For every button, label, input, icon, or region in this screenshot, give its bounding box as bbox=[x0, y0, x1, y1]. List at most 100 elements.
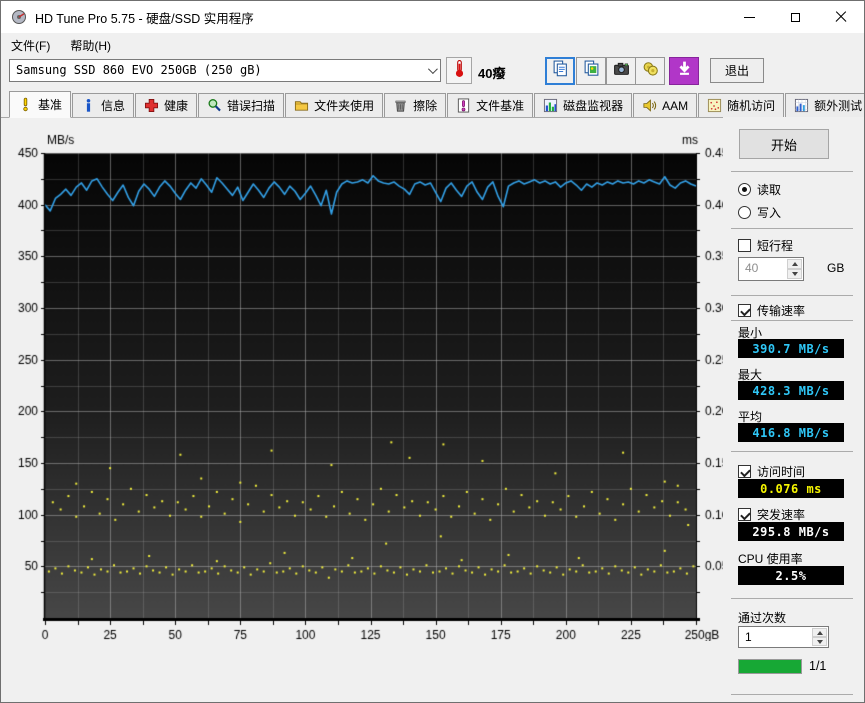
maximize-button[interactable] bbox=[772, 1, 818, 33]
benchmark-chart bbox=[1, 118, 723, 641]
tab-label: 基准 bbox=[38, 98, 63, 112]
tab-label: AAM bbox=[662, 98, 689, 113]
health-icon bbox=[144, 98, 159, 113]
tab-label: 文件夹使用 bbox=[314, 99, 375, 113]
tab-info[interactable]: 信息 bbox=[72, 93, 135, 117]
write-radio-label: 写入 bbox=[757, 206, 782, 220]
toolbar: Samsung SSD 860 EVO 250GB (250 gB) 40癈 退… bbox=[1, 57, 864, 91]
tab-label: 额外测试 bbox=[814, 99, 863, 113]
options-button[interactable] bbox=[635, 57, 665, 85]
screenshot-button[interactable] bbox=[606, 57, 636, 85]
tab-random-access[interactable]: 随机访问 bbox=[698, 93, 785, 117]
short-stroke-label: 短行程 bbox=[757, 239, 794, 253]
copy-report-button[interactable] bbox=[545, 57, 575, 85]
read-radio[interactable]: 读取 bbox=[738, 181, 781, 198]
read-radio-icon bbox=[738, 183, 751, 196]
short-stroke-size-stepper[interactable]: 40 bbox=[738, 257, 804, 281]
start-button[interactable]: 开始 bbox=[739, 129, 829, 159]
cpu-usage-value: 2.5% bbox=[738, 566, 844, 585]
tab-file-benchmark[interactable]: 文件基准 bbox=[447, 93, 534, 117]
stepper-down-button[interactable] bbox=[787, 269, 802, 279]
write-radio-icon bbox=[738, 206, 751, 219]
pass-count-stepper[interactable]: 1 bbox=[738, 626, 829, 648]
close-button[interactable] bbox=[818, 1, 864, 33]
menu-bar: 文件(F) 帮助(H) bbox=[1, 33, 864, 57]
arrow-down-icon bbox=[791, 272, 798, 276]
options-icon bbox=[642, 60, 659, 82]
divider bbox=[731, 171, 853, 172]
divider bbox=[731, 598, 853, 599]
tab-label: 随机访问 bbox=[727, 99, 776, 113]
folder-icon bbox=[294, 98, 309, 113]
tab-label: 文件基准 bbox=[476, 99, 525, 113]
scatter-icon bbox=[707, 98, 722, 113]
copy-report-icon bbox=[552, 60, 569, 82]
bar-chart-icon bbox=[543, 98, 558, 113]
stepper-up-button[interactable] bbox=[812, 628, 827, 637]
tab-disk-monitor[interactable]: 磁盘监视器 bbox=[534, 93, 633, 117]
access-time-checkbox-icon bbox=[738, 465, 751, 478]
tab-extra-tests[interactable]: 额外测试 bbox=[785, 93, 864, 117]
arrow-up-icon bbox=[791, 262, 798, 266]
maximize-icon bbox=[790, 12, 800, 22]
write-radio[interactable]: 写入 bbox=[738, 204, 781, 221]
tab-error-scan[interactable]: 错误扫描 bbox=[198, 93, 285, 117]
trash-icon bbox=[393, 98, 408, 113]
stepper-up-button[interactable] bbox=[787, 259, 802, 269]
access-time-value: 0.076 ms bbox=[738, 479, 844, 498]
stepper-down-button[interactable] bbox=[812, 637, 827, 646]
tab-label: 擦除 bbox=[413, 99, 438, 113]
transfer-rate-checkbox[interactable]: 传输速率 bbox=[738, 302, 805, 319]
short-stroke-unit-label: GB bbox=[827, 261, 845, 275]
temperature-button[interactable] bbox=[446, 57, 472, 84]
thermometer-icon bbox=[451, 59, 468, 83]
access-time-checkbox[interactable]: 访问时间 bbox=[738, 463, 805, 480]
tab-benchmark[interactable]: 基准 bbox=[9, 91, 72, 118]
tab-aam[interactable]: AAM bbox=[633, 93, 698, 117]
menu-item-file[interactable]: 文件(F) bbox=[1, 33, 60, 57]
tab-label: 错误扫描 bbox=[227, 99, 276, 113]
temperature-value: 40癈 bbox=[478, 66, 506, 81]
cpu-usage-label: CPU 使用率 bbox=[738, 552, 803, 566]
pass-progress-label: 1/1 bbox=[809, 659, 827, 673]
control-panel: 开始 读取 写入 短行程 40 GB 传输速率 最小 390.7 MB/s 最大… bbox=[723, 118, 864, 702]
window-controls bbox=[726, 1, 864, 33]
pass-count-value: 1 bbox=[745, 630, 752, 644]
tab-health[interactable]: 健康 bbox=[135, 93, 198, 117]
menu-item-help[interactable]: 帮助(H) bbox=[60, 33, 121, 57]
tab-erase[interactable]: 擦除 bbox=[384, 93, 447, 117]
copy-image-icon bbox=[583, 60, 600, 82]
divider bbox=[731, 295, 853, 296]
max-value: 428.3 MB/s bbox=[738, 381, 844, 400]
exclamation-icon bbox=[18, 97, 33, 112]
arrow-up-icon bbox=[816, 630, 823, 635]
title-bar: HD Tune Pro 5.75 - 硬盘/SSD 实用程序 bbox=[1, 1, 864, 33]
extra-chart-icon bbox=[794, 98, 809, 113]
tab-label: 健康 bbox=[164, 99, 189, 113]
drive-selector[interactable]: Samsung SSD 860 EVO 250GB (250 gB) bbox=[9, 59, 441, 82]
app-icon bbox=[11, 9, 27, 25]
tab-bar: 基准 信息 健康 错误扫描 文件夹使用 擦除 文件基准 磁盘监视器 AAM 随机访问 额外测试 bbox=[1, 91, 864, 118]
download-button[interactable] bbox=[669, 57, 699, 85]
arrow-down-icon bbox=[816, 639, 823, 644]
tab-folder-usage[interactable]: 文件夹使用 bbox=[285, 93, 384, 117]
hd-tune-window: HD Tune Pro 5.75 - 硬盘/SSD 实用程序 文件(F) 帮助(H… bbox=[0, 0, 865, 703]
burst-rate-checkbox-icon bbox=[738, 508, 751, 521]
min-value: 390.7 MB/s bbox=[738, 339, 844, 358]
close-icon bbox=[835, 11, 847, 23]
copy-image-button[interactable] bbox=[576, 57, 606, 85]
avg-value: 416.8 MB/s bbox=[738, 423, 844, 442]
short-stroke-checkbox[interactable]: 短行程 bbox=[738, 237, 793, 254]
pass-count-label: 通过次数 bbox=[738, 611, 787, 625]
info-icon bbox=[81, 98, 96, 113]
exit-button[interactable]: 退出 bbox=[710, 58, 764, 83]
pass-progress-fill bbox=[739, 660, 801, 673]
burst-rate-checkbox[interactable]: 突发速率 bbox=[738, 506, 805, 523]
access-time-label: 访问时间 bbox=[757, 465, 806, 479]
divider bbox=[731, 451, 853, 452]
file-exclamation-icon bbox=[456, 98, 471, 113]
minimize-button[interactable] bbox=[726, 1, 772, 33]
tab-label: 磁盘监视器 bbox=[563, 99, 624, 113]
chevron-down-icon bbox=[427, 64, 438, 75]
divider bbox=[731, 228, 853, 229]
